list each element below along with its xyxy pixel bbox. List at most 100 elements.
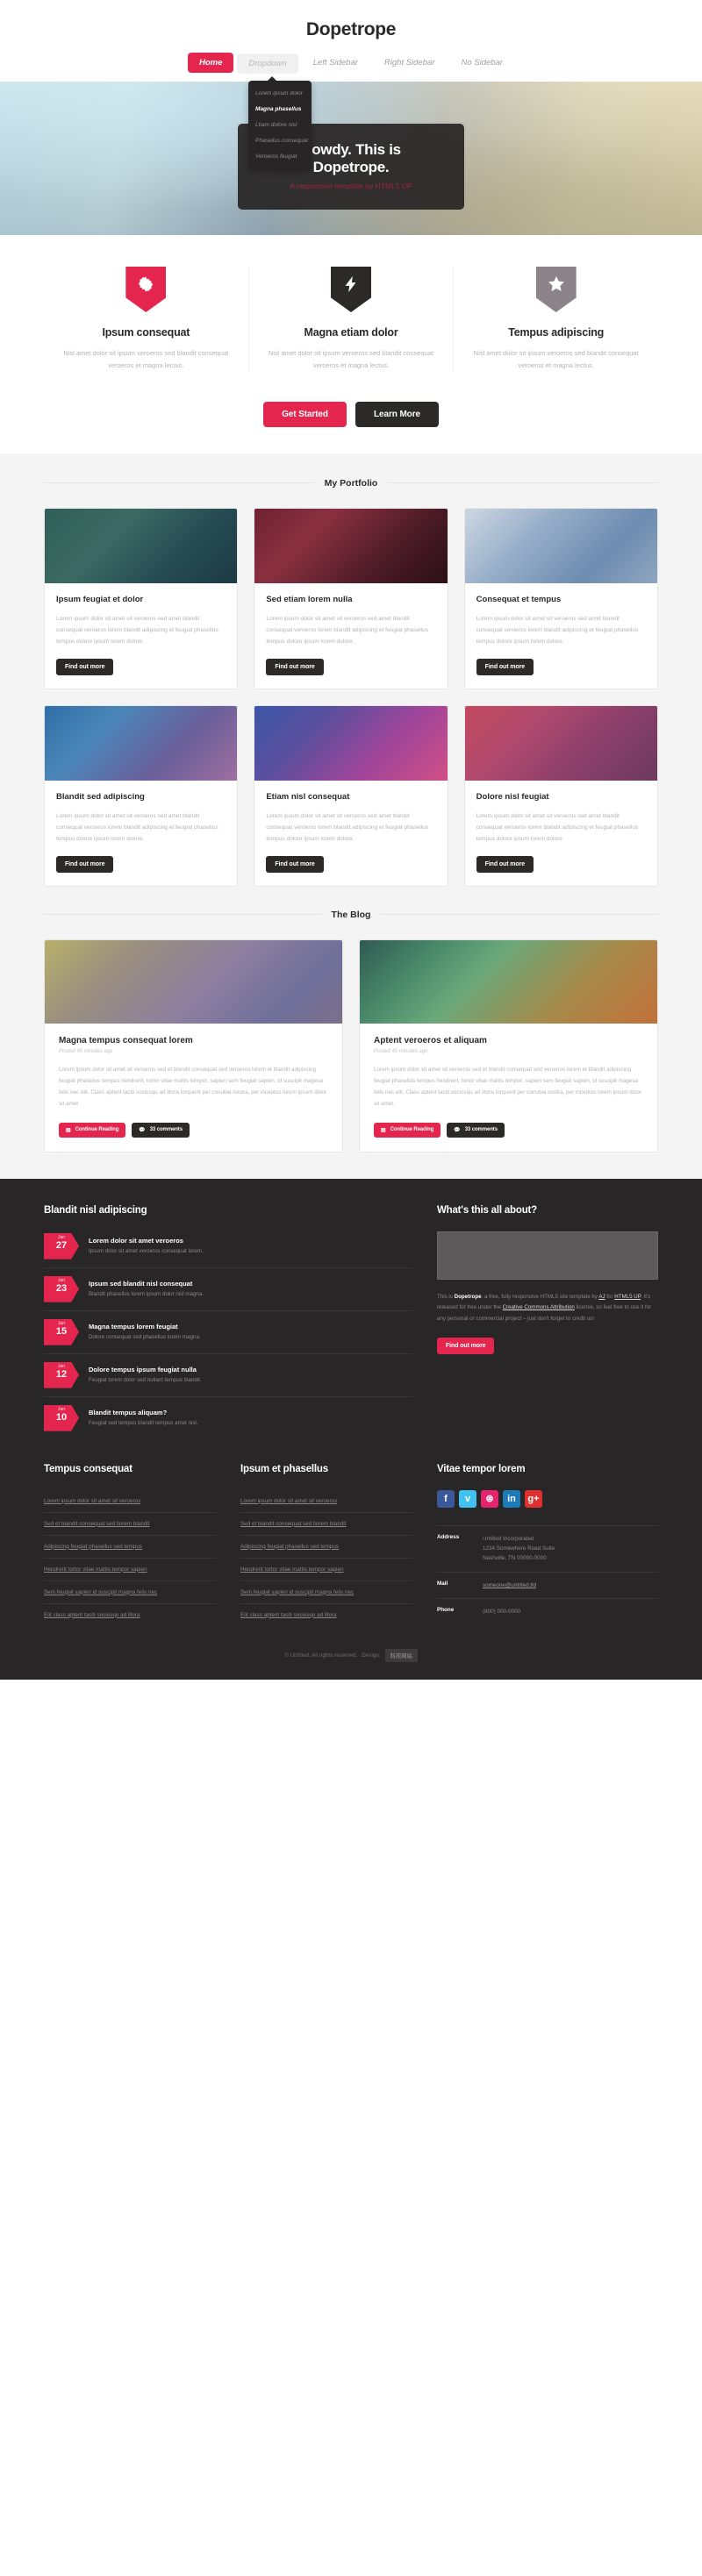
comments-button[interactable]: 💬 33 comments — [132, 1122, 190, 1138]
portfolio-card[interactable]: Etiam nisl consequat Lorem ipsum dolor s… — [254, 704, 448, 887]
news-item[interactable]: Jan 10 Blandit tempus aliquam? Feugiat s… — [44, 1395, 412, 1439]
about-link-license[interactable]: Creative Commons Attribution — [503, 1304, 575, 1310]
continue-reading-button[interactable]: ▤ Continue Reading — [374, 1122, 441, 1138]
portfolio-card[interactable]: Sed etiam lorem nulla Lorem ipsum dolor … — [254, 507, 448, 689]
footer-link[interactable]: Adipiscing feugiat phasellus sed tempus — [240, 1534, 412, 1558]
divider-left — [44, 482, 314, 484]
nav-item-no-sidebar[interactable]: No Sidebar — [449, 53, 514, 73]
feature-item: Tempus adipiscing Nisl amet dolor sit ip… — [453, 267, 658, 372]
footer-link[interactable]: Hendrerit tortor vitae mattis tempor sap… — [44, 1557, 216, 1581]
about-link-aj[interactable]: AJ — [598, 1294, 605, 1300]
dropdown-item-5[interactable]: Veroeros feugiat — [248, 149, 312, 165]
linkedin-icon[interactable]: in — [503, 1489, 520, 1508]
divider-right — [381, 914, 659, 916]
date-badge: Jan 10 — [44, 1404, 79, 1431]
footer-link[interactable]: Sem feugiat sapien id suscipit magna fel… — [44, 1580, 216, 1603]
footer-link[interactable]: Sed et blandit consequat sed llorem blan… — [240, 1511, 412, 1535]
news-title: Lorem dolor sit amet veroeros — [89, 1236, 183, 1245]
blog-card[interactable]: Aptent veroeros et aliquam Posted 45 min… — [359, 938, 658, 1152]
nav-item-home[interactable]: Home — [187, 53, 234, 73]
blog-post-title: Aptent veroeros et aliquam — [374, 1035, 487, 1045]
blog-card-actions: ▤ Continue Reading 💬 33 comments — [374, 1122, 643, 1138]
footer-link[interactable]: Sed et blandit consequat sed llorem blan… — [44, 1511, 216, 1535]
footer-link-column-1: Tempus consequat Lorem ipsum dolor sit a… — [44, 1464, 216, 1626]
find-out-more-button[interactable]: Find out more — [56, 658, 114, 675]
comments-label: 33 comments — [464, 1127, 498, 1133]
news-item[interactable]: Jan 12 Dolore tempus ipsum feugiat nulla… — [44, 1352, 412, 1396]
continue-reading-button[interactable]: ▤ Continue Reading — [59, 1122, 126, 1138]
nav-dropdown-wrapper: Dropdown Lorem ipsum dolor Magna phasell… — [237, 53, 312, 170]
portfolio-row-2: Blandit sed adipiscing Lorem ipsum dolor… — [44, 704, 658, 887]
news-item[interactable]: Jan 23 Ipsum sed blandit nisl consequat … — [44, 1267, 412, 1310]
nav-item-left-sidebar[interactable]: Left Sidebar — [302, 53, 369, 73]
news-item[interactable]: Jan 15 Magna tempus lorem feugiat Dolore… — [44, 1309, 412, 1353]
about-find-out-more-button[interactable]: Find out more — [437, 1337, 495, 1354]
mail-link[interactable]: someone@untitled.tld — [483, 1582, 536, 1588]
news-title: Magna tempus lorem feugiat — [89, 1322, 178, 1331]
footer-link[interactable]: Hendrerit tortor vitae mattis tempor sap… — [240, 1557, 412, 1581]
feature-text: Nisl amet dolor sit ipsum veroeros sed b… — [63, 349, 229, 369]
date-day: 10 — [55, 1412, 68, 1424]
dropdown-item-1[interactable]: Lorem ipsum dolor — [248, 86, 312, 102]
nav-item-right-sidebar[interactable]: Right Sidebar — [373, 53, 447, 73]
footer-news-heading: Blandit nisl adipiscing — [44, 1204, 147, 1216]
blog-card-body: Magna tempus consequat lorem Posted 45 m… — [45, 1024, 342, 1152]
news-text: Dolore tempus ipsum feugiat nulla Feugia… — [89, 1366, 202, 1384]
find-out-more-button[interactable]: Find out more — [476, 658, 534, 675]
nav-item-dropdown[interactable]: Dropdown — [237, 53, 298, 74]
contact-row-mail: Mail someone@untitled.tld — [437, 1571, 658, 1598]
news-item[interactable]: Jan 27 Lorem dolor sit amet veroeros Ips… — [44, 1231, 412, 1267]
comments-label: 33 comments — [149, 1127, 183, 1133]
site-logo[interactable]: Dopetrope — [0, 19, 702, 40]
blog-card-actions: ▤ Continue Reading 💬 33 comments — [59, 1122, 328, 1138]
portfolio-card[interactable]: Blandit sed adipiscing Lorem ipsum dolor… — [44, 704, 239, 887]
find-out-more-button[interactable]: Find out more — [266, 658, 324, 675]
portfolio-card[interactable]: Dolore nisl feugiat Lorem ipsum dolor si… — [463, 704, 658, 887]
learn-more-button[interactable]: Learn More — [355, 401, 439, 427]
about-mid2: for — [605, 1293, 615, 1300]
portfolio-thumbnail — [45, 705, 238, 781]
footer-link[interactable]: Elit class aptent taciti sociosqu ad lit… — [44, 1602, 216, 1626]
date-day: 12 — [55, 1369, 68, 1381]
news-excerpt: Feugiat lorem dolor sed nullam tempus bl… — [89, 1376, 202, 1383]
footer-about-heading: What's this all about? — [437, 1204, 537, 1216]
blog-row: Magna tempus consequat lorem Posted 45 m… — [44, 938, 658, 1152]
find-out-more-button[interactable]: Find out more — [266, 855, 324, 873]
google-plus-icon[interactable]: g+ — [525, 1489, 542, 1508]
portfolio-card-body: Etiam nisl consequat Lorem ipsum dolor s… — [254, 781, 447, 886]
blog-card[interactable]: Magna tempus consequat lorem Posted 45 m… — [44, 938, 343, 1152]
news-excerpt: Dolore consequat sed phasellus lorem mag… — [89, 1333, 201, 1340]
date-badge: Jan 12 — [44, 1361, 79, 1388]
feature-title: Tempus adipiscing — [508, 326, 605, 339]
dribbble-icon[interactable]: ⊛ — [481, 1489, 498, 1508]
facebook-icon[interactable]: f — [437, 1489, 455, 1508]
portfolio-thumbnail — [464, 508, 657, 583]
contact-label: Phone — [437, 1606, 455, 1613]
footer-link[interactable]: Adipiscing feugiat phasellus sed tempus — [44, 1534, 216, 1558]
feature-item: Ipsum consequat Nisl amet dolor sit ipsu… — [44, 267, 248, 372]
dropdown-item-2[interactable]: Magna phasellus — [248, 102, 312, 118]
hero-banner: Howdy. This is Dopetrope. A responsive t… — [0, 82, 702, 235]
comment-icon: 💬 — [454, 1127, 461, 1133]
feature-title: Ipsum consequat — [102, 326, 190, 339]
blog-thumbnail — [45, 939, 342, 1024]
about-link-html5up[interactable]: HTML5 UP — [614, 1294, 641, 1300]
dropdown-item-3[interactable]: Ltiam dolore nisl — [248, 118, 312, 133]
portfolio-card[interactable]: Ipsum feugiat et dolor Lorem ipsum dolor… — [44, 507, 239, 689]
portfolio-card[interactable]: Consequat et tempus Lorem ipsum dolor si… — [463, 507, 658, 689]
find-out-more-button[interactable]: Find out more — [476, 855, 534, 873]
footer-link[interactable]: Elit class aptent taciti sociosqu ad lit… — [240, 1602, 412, 1626]
design-credit-chip[interactable]: 科宛网站 — [384, 1648, 418, 1662]
dropdown-menu: Lorem ipsum dolor Magna phasellus Ltiam … — [248, 75, 312, 170]
twitter-icon[interactable]: ᴠ — [459, 1489, 476, 1508]
footer-link[interactable]: Lorem ipsum dolor sit amet sit veroeros — [44, 1490, 216, 1512]
blog-post-timestamp: Posted 45 minutes ago — [374, 1048, 428, 1054]
comments-button[interactable]: 💬 33 comments — [447, 1122, 505, 1138]
dropdown-item-4[interactable]: Phasellus consequat — [248, 133, 312, 149]
get-started-button[interactable]: Get Started — [263, 401, 347, 427]
find-out-more-button[interactable]: Find out more — [56, 855, 114, 873]
news-text: Ipsum sed blandit nisl consequat Blandit… — [89, 1280, 204, 1298]
footer-link[interactable]: Sem feugiat sapien id suscipit magna fel… — [240, 1580, 412, 1603]
footer-link[interactable]: Lorem ipsum dolor sit amet sit veroeros — [240, 1490, 412, 1512]
date-day: 27 — [55, 1240, 68, 1252]
